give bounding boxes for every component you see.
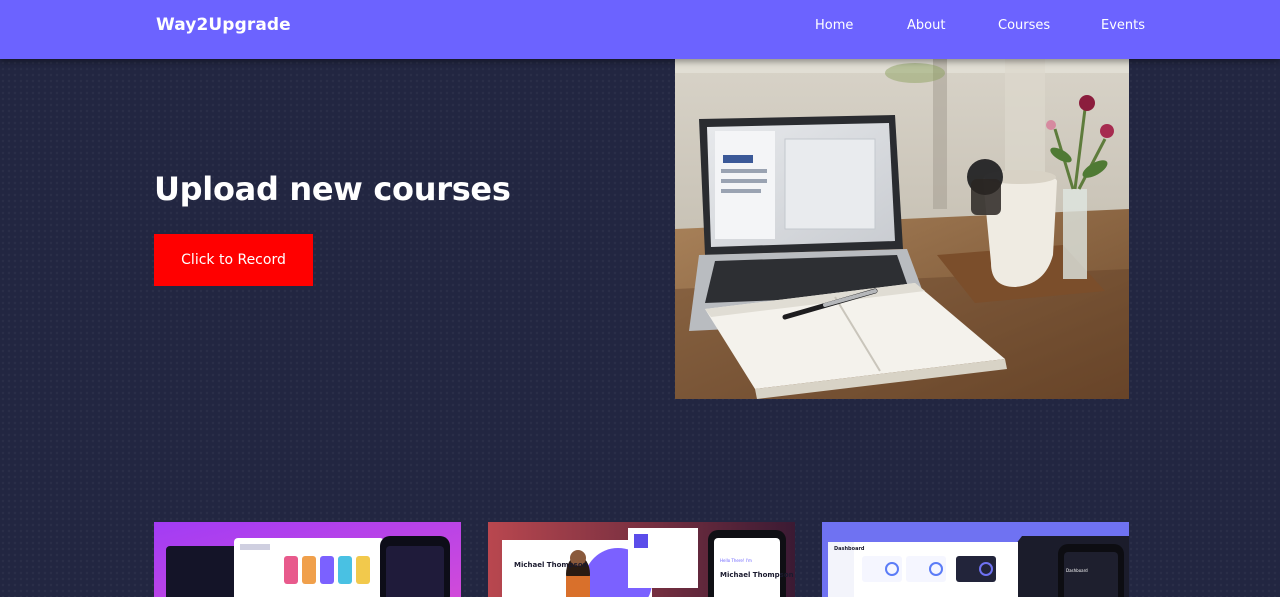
laptop-notebook-photo — [675, 59, 1129, 399]
hero-title: Upload new courses — [154, 170, 511, 208]
dashboard-title-text: Dashboard — [834, 546, 865, 552]
course-card-dashboard[interactable]: Dashboard Dashboard — [822, 522, 1129, 597]
portfolio-name-text: Michael Thompson — [514, 561, 588, 569]
record-button[interactable]: Click to Record — [154, 234, 313, 286]
mockup-thumbnail-icon: Michael Thompson Hello There! I'm Michae… — [488, 522, 795, 597]
portfolio-greeting-text: Hello There! I'm — [720, 558, 752, 563]
course-card-portfolio[interactable]: Michael Thompson Hello There! I'm Michae… — [488, 522, 795, 597]
nav-link-courses[interactable]: Courses — [998, 18, 1050, 33]
hero-image — [675, 59, 1129, 399]
mockup-thumbnail-icon: Dashboard Dashboard — [822, 522, 1129, 597]
brand-logo[interactable]: Way2Upgrade — [156, 15, 291, 35]
portfolio-name-mobile-text: Michael Thompson — [720, 571, 794, 579]
course-card-social-app[interactable] — [154, 522, 461, 597]
nav-link-about[interactable]: About — [907, 18, 945, 33]
nav-link-home[interactable]: Home — [815, 18, 853, 33]
dashboard-mobile-title-text: Dashboard — [1066, 568, 1088, 573]
mockup-thumbnail-icon — [154, 522, 461, 597]
nav-link-events[interactable]: Events — [1101, 18, 1145, 33]
navbar: Way2Upgrade Home About Courses Events — [0, 0, 1280, 59]
